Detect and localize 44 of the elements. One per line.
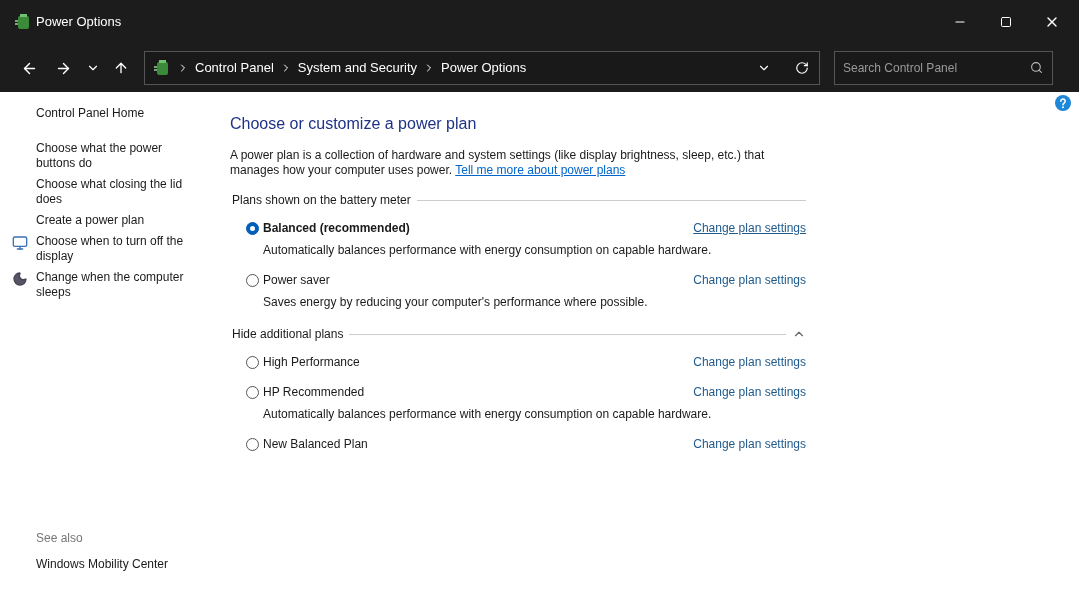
breadcrumb-item[interactable]: Control Panel (195, 58, 274, 78)
plan-name: High Performance (263, 354, 360, 371)
plan-name: New Balanced Plan (263, 436, 368, 453)
section-heading: Hide additional plans (231, 326, 344, 343)
change-plan-settings-link[interactable]: Change plan settings (693, 353, 806, 371)
plan-name: Power saver (263, 272, 330, 289)
radio-button[interactable] (246, 437, 259, 451)
maximize-icon (1000, 16, 1012, 28)
sidebar-link[interactable]: Choose when to turn off the display (36, 234, 196, 264)
radio-button[interactable] (246, 385, 259, 399)
see-also-heading: See also (36, 530, 84, 547)
help-icon[interactable] (1055, 95, 1071, 111)
plan-name: HP Recommended (263, 384, 365, 401)
section-heading: Plans shown on the battery meter (231, 192, 411, 209)
plan-name: Balanced (recommended) (263, 220, 410, 237)
page-heading: Choose or customize a power plan (230, 114, 478, 134)
sidebar-link[interactable]: Create a power plan (36, 213, 196, 228)
plan-description: Saves energy by reducing your computer's performance where possible. (262, 294, 649, 311)
window-title: Power Options (36, 13, 122, 32)
breadcrumb-item[interactable]: System and Security (297, 58, 417, 78)
change-plan-settings-link[interactable]: Change plan settings (693, 435, 806, 453)
moon-icon (12, 271, 28, 287)
plan-description: Automatically balances performance with energy consumption on capable hardware. (262, 406, 713, 423)
sidebar-link[interactable]: Choose what the power buttons do (36, 141, 196, 171)
power-plan-icon (14, 13, 32, 31)
search-field[interactable]: Search Control Panel (834, 51, 1053, 85)
plan-description: Automatically balances performance with energy consumption on capable hardware. (262, 242, 713, 259)
learn-more-link[interactable]: Tell me more about power plans (455, 163, 626, 177)
change-plan-settings-link[interactable]: Change plan settings (693, 383, 806, 401)
sidebar-link[interactable]: Choose what closing the lid does (36, 177, 196, 207)
address-bar[interactable]: Control Panel System and Security Power Options (144, 51, 820, 85)
sidebar-link[interactable]: Change when the computer sleeps (36, 270, 196, 300)
radio-button[interactable] (246, 355, 259, 369)
radio-button[interactable] (246, 273, 259, 287)
sidebar-link[interactable]: Windows Mobility Center (36, 555, 215, 573)
breadcrumb-item[interactable]: Power Options (441, 58, 527, 78)
intro-text: A power plan is a collection of hardware and system settings (like display brightness, sleep, etc.) that manages how your computer uses power. Tell me more about power plans (230, 148, 766, 178)
search-icon (1030, 61, 1043, 74)
sidebar-link[interactable]: Control Panel Home (36, 106, 196, 121)
refresh-icon[interactable] (795, 61, 809, 75)
power-plan-icon (153, 59, 171, 77)
change-plan-settings-link[interactable]: Change plan settings (693, 219, 806, 237)
radio-button[interactable] (246, 221, 259, 235)
change-plan-settings-link[interactable]: Change plan settings (693, 271, 806, 289)
